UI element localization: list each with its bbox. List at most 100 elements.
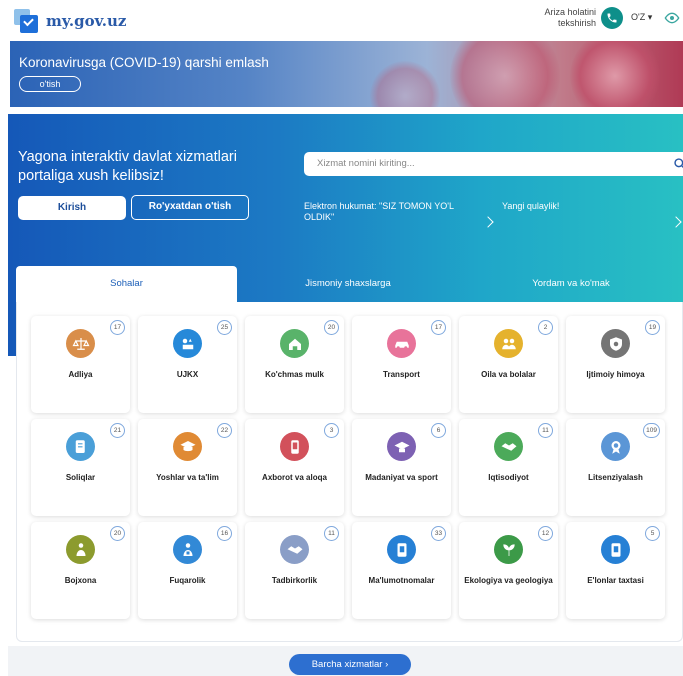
license-icon	[601, 432, 630, 461]
service-count-badge: 6	[431, 423, 446, 438]
tab-individuals[interactable]: Jismoniy shaxslarga	[237, 266, 459, 302]
category-card[interactable]: 11 Iqtisodiyot	[459, 419, 558, 516]
chevron-down-icon: ▾	[647, 12, 653, 22]
category-card[interactable]: 16 Fuqarolik	[138, 522, 237, 619]
service-count-badge: 2	[538, 320, 553, 335]
eye-icon[interactable]	[664, 10, 680, 26]
category-card[interactable]: 22 Yoshlar va ta'lim	[138, 419, 237, 516]
site-header: my.gov.uz Ariza holatini tekshirish O'Z …	[0, 0, 683, 41]
handshake-icon	[494, 432, 523, 461]
category-card[interactable]: 11 Tadbirkorlik	[245, 522, 344, 619]
ecology-icon	[494, 535, 523, 564]
category-label: UJKX	[176, 370, 199, 379]
service-count-badge: 11	[324, 526, 339, 541]
category-card[interactable]: 21 Soliqlar	[31, 419, 130, 516]
news-item-new-feature[interactable]: Yangi qulaylik!	[502, 201, 559, 211]
category-label: Ekologiya va geologiya	[464, 576, 553, 585]
chevron-right-icon[interactable]	[670, 216, 682, 228]
category-label: Oila va bolalar	[481, 370, 536, 379]
service-count-badge: 5	[645, 526, 660, 541]
graduation-cap-icon	[173, 432, 202, 461]
category-label: Soliqlar	[65, 473, 96, 482]
category-label: Ijtimoiy himoya	[586, 370, 645, 379]
search-box[interactable]: Xizmat nomini kiriting...	[304, 152, 683, 176]
service-count-badge: 19	[645, 320, 660, 335]
search-input[interactable]: Xizmat nomini kiriting...	[317, 158, 415, 169]
login-button[interactable]: Kirish	[18, 196, 126, 220]
category-card[interactable]: 20 Bojxona	[31, 522, 130, 619]
covid-go-button[interactable]: o'tish	[19, 76, 81, 92]
shield-icon	[601, 329, 630, 358]
register-button[interactable]: Ro'yxatdan o'tish	[131, 195, 249, 220]
service-count-badge: 25	[217, 320, 232, 335]
category-card[interactable]: 17 Transport	[352, 316, 451, 413]
tax-icon	[66, 432, 95, 461]
service-count-badge: 16	[217, 526, 232, 541]
all-services-button[interactable]: Barcha xizmatlar ›	[289, 654, 411, 675]
category-label: Bojxona	[64, 576, 97, 585]
tab-help-support[interactable]: Yordam va ko'mak	[459, 266, 683, 302]
category-label: Madaniyat va sport	[365, 473, 438, 482]
category-card[interactable]: 109 Litsenziyalash	[566, 419, 665, 516]
document-icon	[387, 535, 416, 564]
service-count-badge: 17	[110, 320, 125, 335]
category-card[interactable]: 2 Oila va bolalar	[459, 316, 558, 413]
service-count-badge: 3	[324, 423, 339, 438]
category-label: Transport	[383, 370, 420, 379]
category-card[interactable]: 5 E'lonlar taxtasi	[566, 522, 665, 619]
house-icon	[280, 329, 309, 358]
chevron-right-icon[interactable]	[482, 216, 494, 228]
car-icon	[387, 329, 416, 358]
search-icon[interactable]	[673, 157, 683, 171]
education-icon	[387, 432, 416, 461]
utilities-icon	[173, 329, 202, 358]
application-status-link[interactable]: Ariza holatini tekshirish	[540, 7, 596, 29]
category-label: Ma'lumotnomalar	[368, 576, 435, 585]
service-count-badge: 20	[324, 320, 339, 335]
language-label: O'Z	[631, 12, 646, 22]
logo-text: my.gov.uz	[46, 12, 127, 30]
customs-icon	[66, 535, 95, 564]
service-count-badge: 33	[431, 526, 446, 541]
service-count-badge: 21	[110, 423, 125, 438]
logo-icon	[14, 9, 40, 33]
category-label: Litsenziyalash	[588, 473, 643, 482]
category-card[interactable]: 33 Ma'lumotnomalar	[352, 522, 451, 619]
category-card[interactable]: 20 Ko'chmas mulk	[245, 316, 344, 413]
phone-icon[interactable]	[601, 7, 623, 29]
service-count-badge: 17	[431, 320, 446, 335]
category-card[interactable]: 17 Adliya	[31, 316, 130, 413]
hero-title: Yagona interaktiv davlat xizmatlari port…	[18, 149, 237, 184]
board-icon	[601, 535, 630, 564]
language-selector[interactable]: O'Z ▾	[631, 12, 652, 23]
category-card[interactable]: 6 Madaniyat va sport	[352, 419, 451, 516]
service-count-badge: 20	[110, 526, 125, 541]
covid-banner-title: Koronavirusga (COVID-19) qarshi emlash	[19, 55, 269, 70]
service-count-badge: 22	[217, 423, 232, 438]
business-icon	[280, 535, 309, 564]
service-count-badge: 12	[538, 526, 553, 541]
service-count-badge: 11	[538, 423, 553, 438]
scales-icon	[66, 329, 95, 358]
family-icon	[494, 329, 523, 358]
category-label: Adliya	[68, 370, 93, 379]
covid-banner: Koronavirusga (COVID-19) qarshi emlash o…	[10, 41, 683, 107]
category-label: Axborot va aloqa	[262, 473, 327, 482]
categories-grid: 17 Adliya 25 UJKX 20 Ko'chmas mulk 17 Transport…	[31, 316, 671, 619]
citizen-icon	[173, 535, 202, 564]
news-item-egov[interactable]: Elektron hukumat: "SIZ TOMON YO'L OLDIK"	[304, 201, 474, 223]
category-card[interactable]: 19 Ijtimoiy himoya	[566, 316, 665, 413]
category-label: Fuqarolik	[169, 576, 206, 585]
tab-sohalar[interactable]: Sohalar	[16, 266, 237, 302]
service-count-badge: 109	[643, 423, 660, 438]
category-label: E'lonlar taxtasi	[587, 576, 644, 585]
category-card[interactable]: 25 UJKX	[138, 316, 237, 413]
category-label: Ko'chmas mulk	[265, 370, 324, 379]
site-logo[interactable]: my.gov.uz	[14, 9, 126, 33]
category-label: Tadbirkorlik	[271, 576, 318, 585]
category-label: Yoshlar va ta'lim	[156, 473, 219, 482]
category-label: Iqtisodiyot	[488, 473, 529, 482]
phone-icon	[280, 432, 309, 461]
category-card[interactable]: 12 Ekologiya va geologiya	[459, 522, 558, 619]
category-card[interactable]: 3 Axborot va aloqa	[245, 419, 344, 516]
